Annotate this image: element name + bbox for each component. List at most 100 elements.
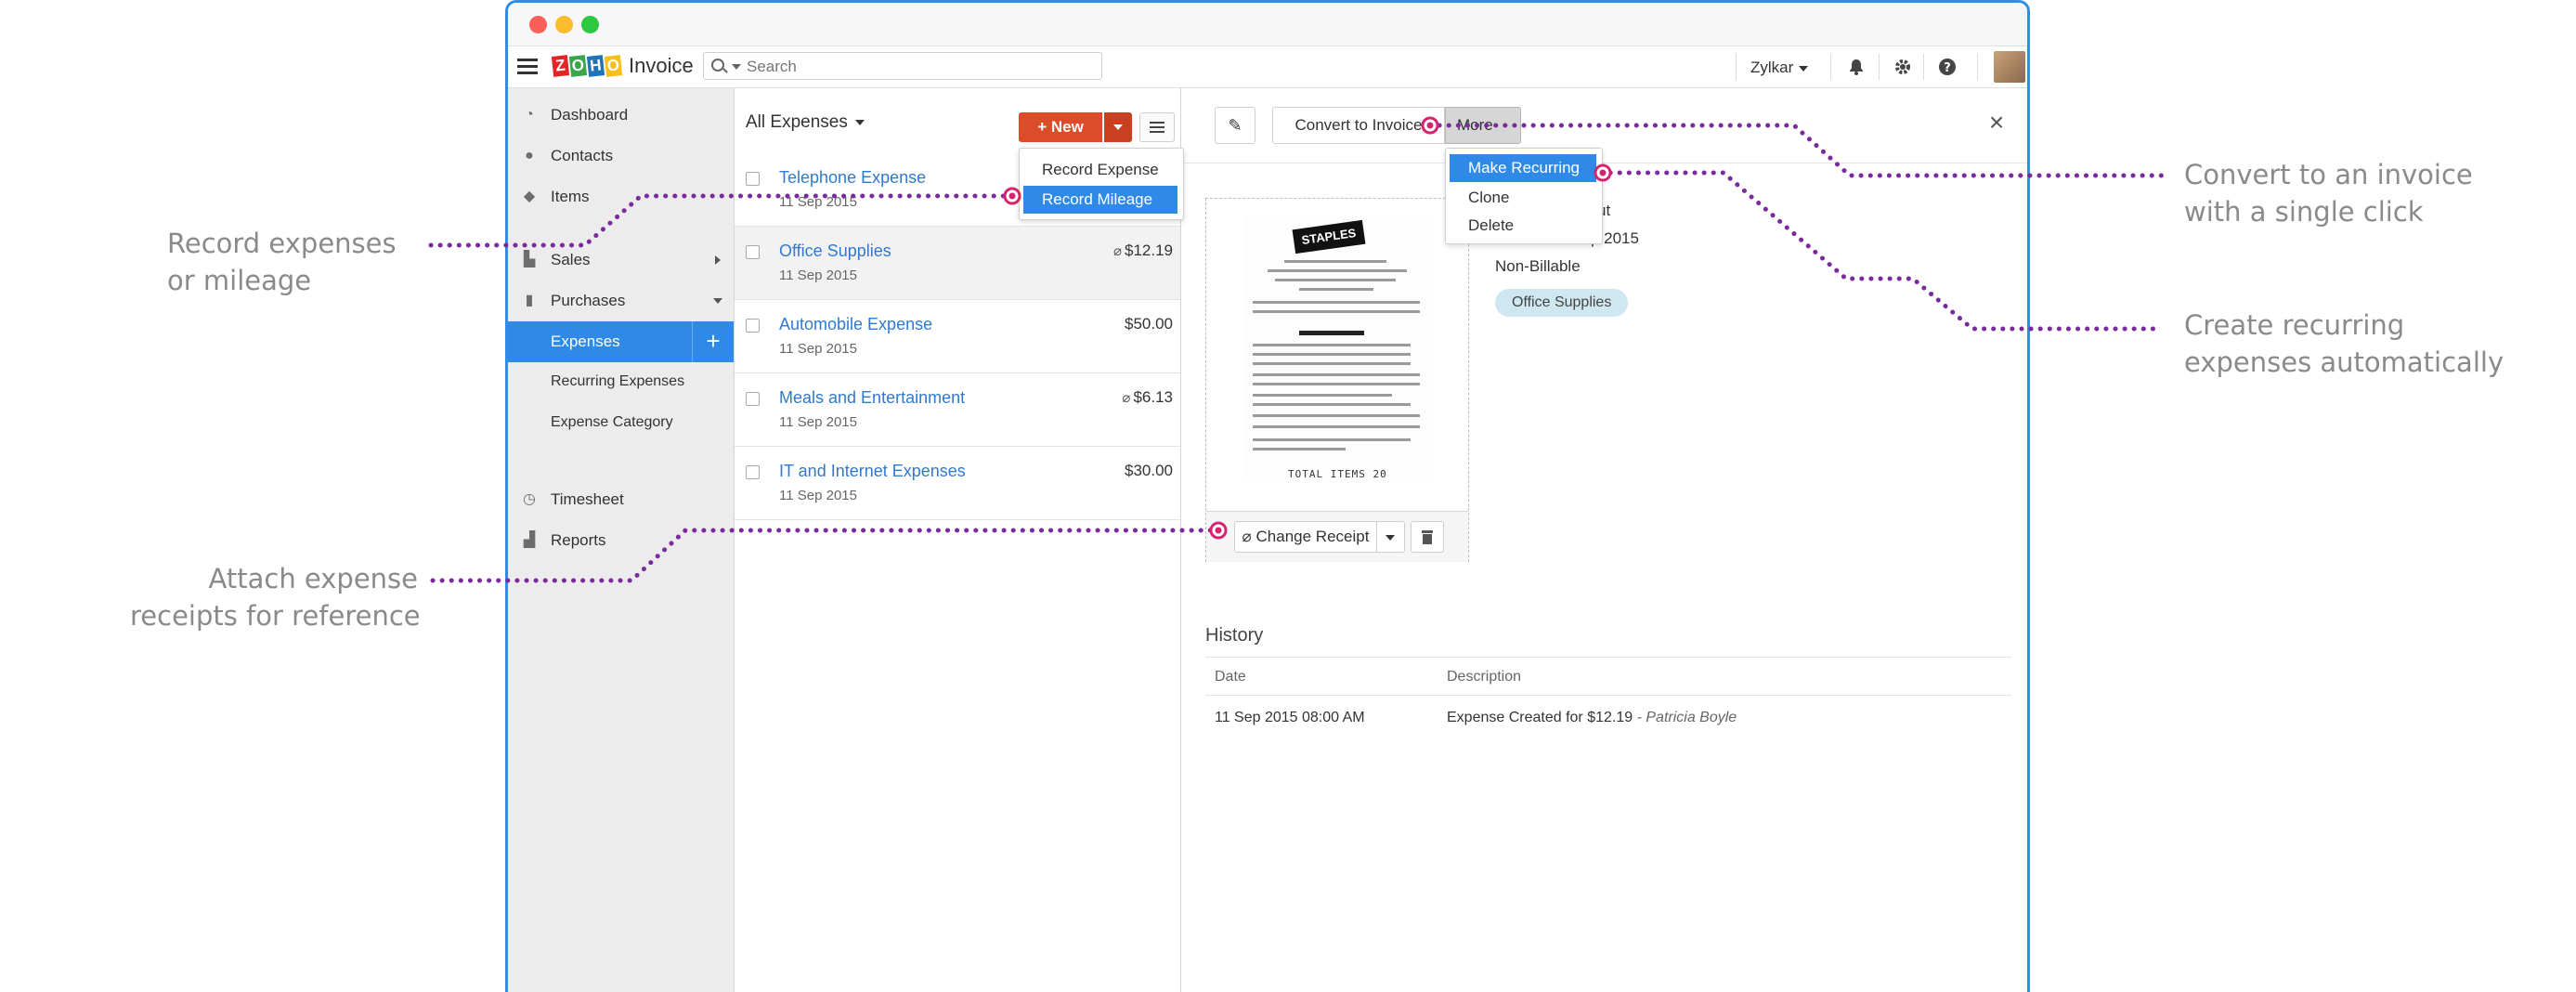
app-header: Z O H O Invoice Zylkar ? xyxy=(508,46,2027,88)
bag-icon: ▮ xyxy=(525,293,534,308)
reports-icon: ▟ xyxy=(523,532,536,548)
trash-icon[interactable] xyxy=(1411,521,1444,553)
menu-item-make-recurring[interactable]: Make Recurring xyxy=(1450,154,1596,182)
expense-date: 11 Sep 2015 xyxy=(779,194,857,210)
list-item[interactable]: IT and Internet Expenses 11 Sep 2015 $30… xyxy=(735,447,1180,520)
bell-icon[interactable] xyxy=(1847,58,1866,76)
row-checkbox[interactable] xyxy=(746,172,760,186)
sidebar-item-label: Timesheet xyxy=(551,490,624,508)
svg-text:?: ? xyxy=(1944,61,1951,75)
logo-letter-h: H xyxy=(586,55,605,77)
receipt-preview: STAPLES TOTAL ITEMS 20 ⌀ Change Receipt xyxy=(1205,198,1469,562)
sidebar-item-label: Dashboard xyxy=(551,106,629,124)
contacts-icon: ● xyxy=(525,148,534,163)
menu-item-clone[interactable]: Clone xyxy=(1450,184,1596,212)
chevron-right-icon xyxy=(715,255,721,265)
search-scope-chevron-down-icon[interactable] xyxy=(732,64,741,70)
history-title: History xyxy=(1205,625,1264,646)
header-divider xyxy=(1830,54,1831,80)
sidebar-item-expense-category[interactable]: Expense Category xyxy=(508,403,734,444)
org-chevron-down-icon xyxy=(1799,65,1809,72)
new-button[interactable]: + New xyxy=(1019,112,1102,142)
timesheet-icon: ◷ xyxy=(523,491,536,507)
detail-toolbar: ✎ Convert to Invoice More × xyxy=(1181,88,2027,163)
help-icon[interactable]: ? xyxy=(1938,58,1957,76)
sidebar-item-items[interactable]: ◆ Items xyxy=(508,176,734,217)
expense-name[interactable]: Office Supplies xyxy=(779,241,891,261)
sidebar-item-label: Contacts xyxy=(551,147,614,164)
add-expense-plus-icon[interactable]: + xyxy=(692,321,734,362)
sidebar-item-sales[interactable]: ▙ Sales xyxy=(508,240,734,281)
close-icon[interactable]: × xyxy=(1984,110,2009,136)
sidebar-item-recurring-expenses[interactable]: Recurring Expenses xyxy=(508,362,734,403)
minimize-window-button[interactable] xyxy=(555,16,573,33)
maximize-window-button[interactable] xyxy=(581,16,599,33)
convert-to-invoice-button[interactable]: Convert to Invoice xyxy=(1272,107,1445,144)
sidebar-item-expenses[interactable]: Expenses + xyxy=(508,321,734,362)
gear-icon[interactable] xyxy=(1893,58,1912,76)
org-switcher[interactable]: Zylkar xyxy=(1750,59,1809,77)
billable-status: Non-Billable xyxy=(1495,257,1581,275)
expense-amount-value: $6.13 xyxy=(1133,388,1173,406)
expense-name[interactable]: Telephone Expense xyxy=(779,168,926,188)
more-button[interactable]: More xyxy=(1445,107,1521,144)
avatar[interactable] xyxy=(1994,51,2025,83)
expense-amount-value: $12.19 xyxy=(1125,241,1173,259)
row-checkbox[interactable] xyxy=(746,392,760,406)
callout-attach-receipts: Attach expense receipts for reference xyxy=(130,563,421,632)
expense-date: 11 Sep 2015 xyxy=(779,268,857,283)
sidebar-item-dashboard[interactable]: ◔ Dashboard xyxy=(508,95,734,136)
menu-item-record-expense[interactable]: Record Expense xyxy=(1023,156,1177,184)
row-checkbox[interactable] xyxy=(746,465,760,479)
expense-name[interactable]: Meals and Entertainment xyxy=(779,388,965,408)
menu-item-delete[interactable]: Delete xyxy=(1450,212,1596,240)
list-item[interactable]: Office Supplies 11 Sep 2015 ⌀ $12.19 xyxy=(735,227,1180,300)
sidebar-item-label: Sales xyxy=(551,251,591,268)
list-menu-icon[interactable] xyxy=(1139,112,1175,142)
list-title: All Expenses xyxy=(746,112,848,132)
chevron-down-icon xyxy=(854,119,865,125)
search-icon xyxy=(711,59,724,72)
sidebar-item-timesheet[interactable]: ◷ Timesheet xyxy=(508,479,734,520)
logo-letter-o: O xyxy=(568,55,588,77)
paperclip-icon: ⌀ xyxy=(1122,390,1131,406)
list-item[interactable]: Automobile Expense 11 Sep 2015 $50.00 xyxy=(735,300,1180,373)
cart-icon: ▙ xyxy=(523,252,536,268)
expense-name[interactable]: IT and Internet Expenses xyxy=(779,462,966,481)
menu-item-record-mileage[interactable]: Record Mileage xyxy=(1023,186,1177,214)
app-window: Z O H O Invoice Zylkar ? xyxy=(505,0,2030,992)
receipt-total: TOTAL ITEMS 20 xyxy=(1288,468,1387,480)
row-checkbox[interactable] xyxy=(746,319,760,333)
search-box[interactable] xyxy=(703,52,1102,80)
expense-list-pane: All Expenses + New Record Expense Record… xyxy=(735,88,1184,992)
paperclip-icon: ⌀ xyxy=(1242,528,1256,545)
expense-name[interactable]: Automobile Expense xyxy=(779,315,932,334)
sidebar-item-reports[interactable]: ▟ Reports xyxy=(508,520,734,561)
sidebar-item-purchases[interactable]: ▮ Purchases xyxy=(508,281,734,321)
history-user: - Patricia Boyle xyxy=(1636,710,1737,725)
edit-pencil-icon[interactable]: ✎ xyxy=(1215,107,1255,144)
receipt-image[interactable]: STAPLES TOTAL ITEMS 20 xyxy=(1243,217,1434,480)
change-receipt-chevron-down-icon[interactable] xyxy=(1377,521,1405,553)
window-titlebar xyxy=(508,3,2027,46)
new-dropdown-chevron-down-icon[interactable] xyxy=(1104,112,1132,142)
header-divider xyxy=(1736,54,1737,80)
sidebar-item-contacts[interactable]: ● Contacts xyxy=(508,136,734,176)
search-input[interactable] xyxy=(745,56,1092,78)
sidebar-item-label: Recurring Expenses xyxy=(551,373,685,389)
close-window-button[interactable] xyxy=(529,16,547,33)
list-item[interactable]: Meals and Entertainment 11 Sep 2015 ⌀ $6.… xyxy=(735,373,1180,447)
sidebar-item-label: Reports xyxy=(551,531,606,549)
items-icon: ◆ xyxy=(523,189,536,204)
dashboard-icon: ◔ xyxy=(525,107,534,123)
all-expenses-filter[interactable]: All Expenses xyxy=(746,112,865,133)
hamburger-menu-icon[interactable] xyxy=(517,56,540,78)
row-checkbox[interactable] xyxy=(746,245,760,259)
change-receipt-button[interactable]: ⌀ Change Receipt xyxy=(1234,521,1377,553)
history-date: 11 Sep 2015 08:00 AM xyxy=(1215,710,1365,725)
history-description: Expense Created for $12.19 - Patricia Bo… xyxy=(1447,710,1737,726)
new-dropdown-menu: Record Expense Record Mileage xyxy=(1019,148,1184,220)
sidebar-item-label: Purchases xyxy=(551,292,626,309)
org-name: Zylkar xyxy=(1750,59,1794,76)
expense-date: 11 Sep 2015 xyxy=(779,414,857,430)
